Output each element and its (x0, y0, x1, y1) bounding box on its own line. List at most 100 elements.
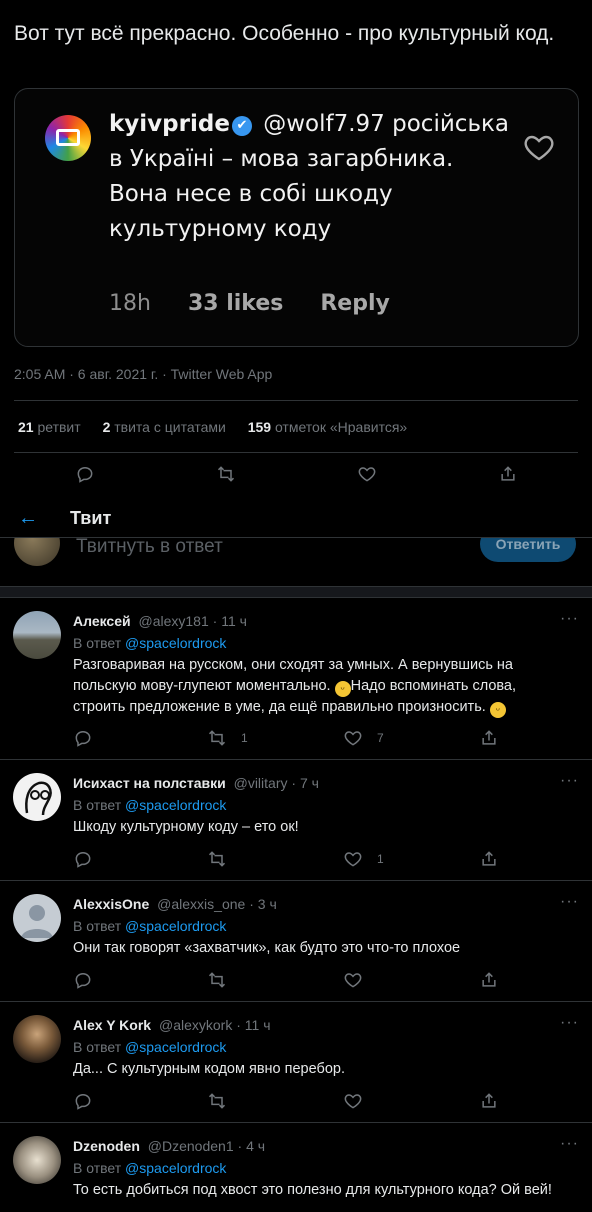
retweet-button[interactable] (207, 849, 227, 869)
instagram-reply: Reply (320, 291, 390, 316)
reply-text: То есть добиться под хвост это полезно д… (73, 1182, 552, 1198)
like-icon (344, 852, 362, 867)
like-button[interactable] (343, 1091, 363, 1111)
more-icon[interactable]: ··· (560, 1014, 579, 1032)
kyivpride-avatar (45, 115, 91, 161)
display-name[interactable]: Исихаст на полставки (73, 775, 226, 791)
reply-header: Алексей @alexy181 · 11 ч (73, 613, 247, 629)
share-button[interactable] (479, 1091, 499, 1111)
retweet-button[interactable] (207, 970, 227, 990)
like-icon (344, 731, 362, 746)
reply-button[interactable] (73, 970, 93, 990)
instagram-meta: 18h 33 likes Reply (109, 291, 420, 316)
retweet-button[interactable] (207, 1091, 227, 1111)
display-name[interactable]: AlexxisOne (73, 896, 149, 912)
like-icon[interactable] (357, 464, 377, 484)
retweet-button[interactable]: 1 (207, 728, 248, 748)
mention-link[interactable]: @spacelordrock (125, 797, 226, 813)
share-icon[interactable] (498, 464, 518, 484)
handle[interactable]: @alexxis_one (157, 896, 245, 912)
avatar[interactable] (13, 1015, 61, 1063)
avatar (14, 538, 60, 566)
reply-icon[interactable] (75, 464, 95, 484)
more-icon[interactable]: ··· (560, 1135, 579, 1153)
more-icon[interactable]: ··· (560, 610, 579, 628)
reply-header: AlexxisOne @alexxis_one · 3 ч (73, 896, 277, 912)
reply-text: Разговаривая на русском, они сходят за у… (73, 657, 517, 718)
reply-time[interactable]: 4 ч (246, 1138, 265, 1154)
like-icon (344, 1094, 362, 1109)
embedded-image[interactable]: kyivpride ✔ @wolf7.97 російська в Україні… (14, 88, 579, 347)
mention-link[interactable]: @spacelordrock (125, 1039, 226, 1055)
reply-item[interactable]: Alex Y Kork @alexykork · 11 ч ··· В отве… (0, 1002, 592, 1123)
like-button[interactable] (343, 970, 363, 990)
reply-item[interactable]: Исихаст на полставки @vilitary · 7 ч ···… (0, 760, 592, 881)
reply-button[interactable] (73, 1091, 93, 1111)
retweet-icon (208, 730, 226, 746)
retweet-icon (208, 851, 226, 867)
reply-item[interactable]: AlexxisOne @alexxis_one · 3 ч ··· В отве… (0, 881, 592, 1002)
reply-actions: 1 7 (73, 728, 513, 748)
reply-actions: 1 (73, 849, 513, 869)
reply-item[interactable]: Алексей @alexy181 · 11 ч ··· В ответ @sp… (0, 598, 592, 760)
divider (14, 452, 578, 453)
reply-text: Шкоду культурному коду – ето ок! (73, 819, 299, 835)
retweets-stat[interactable]: 21 ретвит (18, 419, 81, 435)
likes-stat[interactable]: 159 отметок «Нравится» (248, 419, 408, 435)
reply-actions (73, 970, 513, 990)
retweet-icon[interactable] (216, 464, 236, 484)
reply-icon (75, 1093, 91, 1110)
reply-icon (75, 972, 91, 989)
display-name[interactable]: Dzenoden (73, 1138, 140, 1154)
avatar[interactable] (13, 1136, 61, 1184)
reply-time[interactable]: 11 ч (245, 1017, 271, 1033)
reply-item[interactable]: Dzenoden @Dzenoden1 · 4 ч ··· В ответ @s… (0, 1123, 592, 1212)
avatar[interactable] (13, 611, 61, 659)
share-button[interactable] (479, 970, 499, 990)
share-button[interactable] (479, 849, 499, 869)
in-reply-to: В ответ @spacelordrock (73, 1160, 227, 1176)
display-name[interactable]: Алексей (73, 613, 131, 629)
instagram-likes: 33 likes (187, 291, 284, 316)
reply-button[interactable]: Ответить (480, 538, 576, 562)
like-button[interactable]: 1 (343, 849, 384, 869)
handle[interactable]: @vilitary (234, 775, 288, 791)
instagram-time: 18h (109, 291, 151, 316)
reply-button[interactable] (73, 849, 93, 869)
like-button[interactable]: 7 (343, 728, 384, 748)
share-button[interactable] (479, 728, 499, 748)
grin-emoji-icon: ᵕ (489, 702, 506, 718)
reply-header: Исихаст на полставки @vilitary · 7 ч (73, 775, 319, 791)
handle[interactable]: @alexy181 (139, 613, 209, 629)
mention-link[interactable]: @spacelordrock (125, 1160, 226, 1176)
more-icon[interactable]: ··· (560, 893, 579, 911)
in-reply-to: В ответ @spacelordrock (73, 1039, 227, 1055)
reply-button[interactable] (73, 728, 93, 748)
section-separator (0, 586, 592, 598)
reply-time[interactable]: 3 ч (258, 896, 277, 912)
page-header: ← Твит (0, 500, 592, 538)
in-reply-to: В ответ @spacelordrock (73, 918, 227, 934)
tweet-stats: 21 ретвит 2 твита с цитатами 159 отметок… (18, 419, 425, 435)
verified-icon: ✔ (231, 116, 252, 136)
reply-time[interactable]: 11 ч (221, 613, 247, 629)
reply-icon (75, 730, 91, 747)
share-icon (482, 972, 496, 987)
more-icon[interactable]: ··· (560, 772, 579, 790)
like-icon (344, 973, 362, 988)
divider (14, 400, 578, 401)
tweet-text: Вот тут всё прекрасно. Особенно - про ку… (14, 22, 555, 45)
handle[interactable]: @Dzenoden1 (148, 1138, 234, 1154)
quotes-stat[interactable]: 2 твита с цитатами (103, 419, 226, 435)
reply-time[interactable]: 7 ч (300, 775, 319, 791)
back-arrow-icon[interactable]: ← (18, 507, 38, 530)
mention-link[interactable]: @spacelordrock (125, 635, 226, 651)
avatar[interactable] (13, 894, 61, 942)
reply-input[interactable]: Твитнуть в ответ (76, 538, 223, 558)
tweet-timestamp[interactable]: 2:05 AM · 6 авг. 2021 г. · Twitter Web A… (14, 366, 272, 382)
display-name[interactable]: Alex Y Kork (73, 1017, 151, 1033)
handle[interactable]: @alexykork (159, 1017, 232, 1033)
avatar[interactable] (13, 773, 61, 821)
reply-composer: Твитнуть в ответ Ответить (0, 538, 592, 588)
mention-link[interactable]: @spacelordrock (125, 918, 226, 934)
